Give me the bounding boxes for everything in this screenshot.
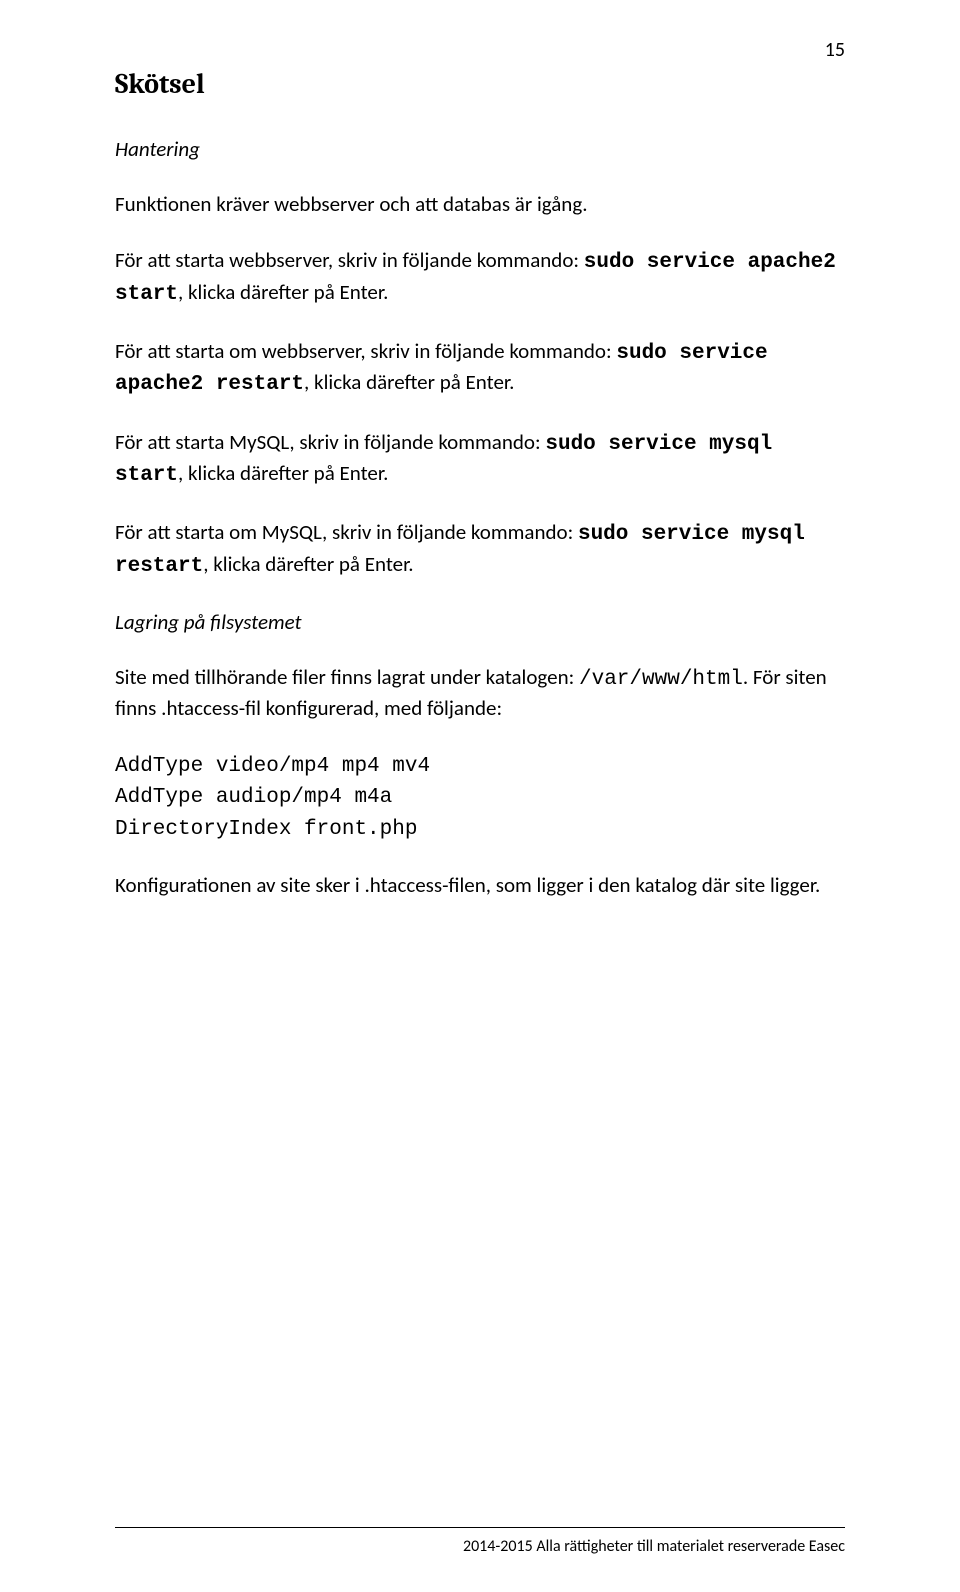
htaccess-line-3: DirectoryIndex front.php — [115, 814, 845, 846]
section-heading-hantering: Hantering — [115, 136, 845, 162]
footer-text: 2014-2015 Alla rättigheter till material… — [463, 1537, 845, 1556]
text: För att starta MySQL, skriv in följande … — [115, 429, 545, 455]
paragraph-config: Konfigurationen av site sker i .htaccess… — [115, 871, 845, 899]
text: , klicka därefter på Enter. — [304, 369, 514, 395]
page-title: Skötsel — [115, 68, 845, 100]
text: För att starta webbserver, skriv in följ… — [115, 247, 584, 273]
htaccess-line-2: AddType audiop/mp4 m4a — [115, 782, 845, 814]
htaccess-line-1: AddType video/mp4 mp4 mv4 — [115, 751, 845, 783]
paragraph-site: Site med tillhörande filer finns lagrat … — [115, 663, 845, 723]
text: Site med tillhörande filer finns lagrat … — [115, 664, 579, 690]
paragraph-intro: Funktionen kräver webbserver och att dat… — [115, 190, 845, 218]
text: För att starta om webbserver, skriv in f… — [115, 338, 616, 364]
paragraph-web-start: För att starta webbserver, skriv in följ… — [115, 246, 845, 309]
htaccess-block: AddType video/mp4 mp4 mv4 AddType audiop… — [115, 751, 845, 846]
section-heading-lagring: Lagring på filsystemet — [115, 609, 845, 635]
footer-divider — [115, 1527, 845, 1528]
paragraph-mysql-start: För att starta MySQL, skriv in följande … — [115, 428, 845, 491]
text: För att starta om MySQL, skriv in följan… — [115, 519, 578, 545]
path-var-www: /var/www/html — [579, 668, 743, 691]
text: , klicka därefter på Enter. — [178, 460, 388, 486]
text: , klicka därefter på Enter. — [203, 551, 413, 577]
page-number: 15 — [825, 38, 845, 62]
text: , klicka därefter på Enter. — [178, 279, 388, 305]
page-content: 15 Skötsel Hantering Funktionen kräver w… — [0, 0, 960, 900]
paragraph-mysql-restart: För att starta om MySQL, skriv in följan… — [115, 518, 845, 581]
paragraph-web-restart: För att starta om webbserver, skriv in f… — [115, 337, 845, 400]
